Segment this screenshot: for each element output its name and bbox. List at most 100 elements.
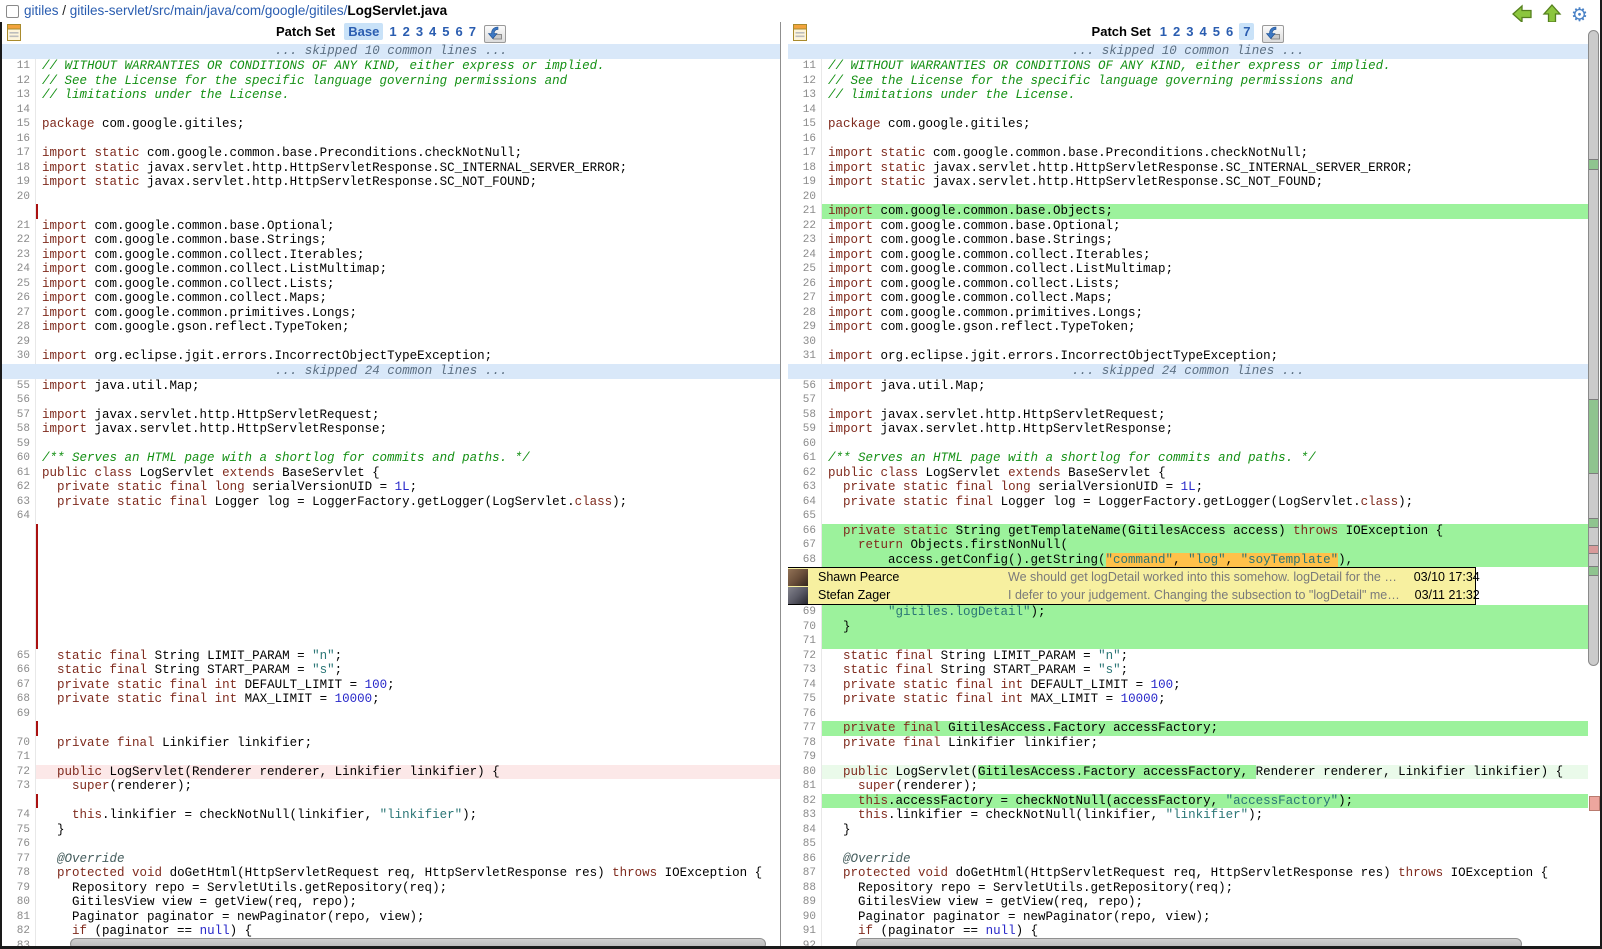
line-number[interactable]: 90 xyxy=(788,910,822,925)
line-number[interactable]: 14 xyxy=(788,103,822,118)
line-number[interactable]: 29 xyxy=(2,335,36,350)
breadcrumb-path-link[interactable]: gitiles-servlet/src/main/java/com/google… xyxy=(70,3,348,18)
patchset-link-5[interactable]: 5 xyxy=(442,24,449,39)
line-number[interactable]: 24 xyxy=(2,262,36,277)
skip-common-lines-expander[interactable]: ... skipped 24 common lines ... xyxy=(788,364,1588,379)
line-number[interactable]: 60 xyxy=(788,437,822,452)
patchset-link-2[interactable]: 2 xyxy=(403,24,410,39)
download-icon[interactable] xyxy=(1262,25,1284,43)
line-number[interactable]: 56 xyxy=(2,393,36,408)
line-number[interactable]: 84 xyxy=(788,823,822,838)
line-number[interactable]: 57 xyxy=(2,408,36,423)
download-icon[interactable] xyxy=(484,25,506,43)
line-number[interactable]: 30 xyxy=(2,349,36,364)
line-number[interactable]: 67 xyxy=(788,538,822,553)
line-number[interactable]: 16 xyxy=(788,132,822,147)
line-number[interactable]: 71 xyxy=(2,750,36,765)
line-number[interactable]: 62 xyxy=(788,466,822,481)
line-number[interactable]: 76 xyxy=(2,837,36,852)
patchset-link-3[interactable]: 3 xyxy=(1186,24,1193,39)
vertical-scrollbar[interactable] xyxy=(1588,30,1599,666)
patchset-link-7[interactable]: 7 xyxy=(469,24,476,39)
line-number[interactable]: 58 xyxy=(2,422,36,437)
line-number[interactable]: 78 xyxy=(2,866,36,881)
line-number[interactable]: 57 xyxy=(788,393,822,408)
line-number[interactable]: 14 xyxy=(2,103,36,118)
line-number[interactable]: 61 xyxy=(2,466,36,481)
line-number[interactable]: 18 xyxy=(2,161,36,176)
line-number[interactable]: 80 xyxy=(788,765,822,780)
line-number[interactable]: 26 xyxy=(788,277,822,292)
line-number[interactable]: 68 xyxy=(788,553,822,568)
line-number[interactable]: 31 xyxy=(788,349,822,364)
line-number[interactable]: 79 xyxy=(2,881,36,896)
line-number[interactable]: 77 xyxy=(2,852,36,867)
line-number[interactable]: 26 xyxy=(2,291,36,306)
patchset-link-5[interactable]: 5 xyxy=(1213,24,1220,39)
patchset-link-2[interactable]: 2 xyxy=(1173,24,1180,39)
patchset-link-3[interactable]: 3 xyxy=(416,24,423,39)
line-number[interactable]: 20 xyxy=(788,190,822,205)
line-number[interactable]: 67 xyxy=(2,678,36,693)
patchset-link-4[interactable]: 4 xyxy=(429,24,436,39)
line-number[interactable]: 82 xyxy=(788,794,822,809)
line-number[interactable]: 73 xyxy=(2,779,36,794)
line-number[interactable]: 12 xyxy=(788,74,822,89)
line-number[interactable]: 70 xyxy=(788,620,822,635)
line-number[interactable]: 80 xyxy=(2,895,36,910)
line-number[interactable]: 16 xyxy=(2,132,36,147)
line-number[interactable]: 78 xyxy=(788,736,822,751)
line-number[interactable]: 72 xyxy=(2,765,36,780)
line-number[interactable]: 66 xyxy=(2,663,36,678)
line-number[interactable]: 66 xyxy=(788,524,822,539)
line-number[interactable]: 83 xyxy=(788,808,822,823)
line-number[interactable]: 15 xyxy=(2,117,36,132)
comment-row[interactable]: Stefan ZagerI defer to your judgement. C… xyxy=(809,586,1486,604)
line-number[interactable]: 88 xyxy=(788,881,822,896)
line-number[interactable]: 22 xyxy=(2,233,36,248)
patchset-link-7[interactable]: 7 xyxy=(1239,23,1254,40)
line-number[interactable]: 18 xyxy=(788,161,822,176)
line-number[interactable]: 23 xyxy=(2,248,36,263)
line-number[interactable]: 60 xyxy=(2,451,36,466)
line-number[interactable]: 23 xyxy=(788,233,822,248)
line-number[interactable]: 65 xyxy=(788,509,822,524)
line-number[interactable]: 19 xyxy=(2,175,36,190)
line-number[interactable]: 64 xyxy=(788,495,822,510)
patchset-link-base[interactable]: Base xyxy=(344,23,383,40)
line-number[interactable]: 74 xyxy=(2,808,36,823)
line-number[interactable]: 73 xyxy=(788,663,822,678)
line-number[interactable]: 74 xyxy=(788,678,822,693)
skip-common-lines-expander[interactable]: ... skipped 10 common lines ... xyxy=(2,44,780,59)
line-number[interactable]: 63 xyxy=(788,480,822,495)
line-number[interactable]: 64 xyxy=(2,509,36,524)
line-number[interactable]: 76 xyxy=(788,707,822,722)
line-number[interactable]: 55 xyxy=(2,379,36,394)
skip-common-lines-expander[interactable]: ... skipped 10 common lines ... xyxy=(788,44,1588,59)
patchset-link-1[interactable]: 1 xyxy=(1160,24,1167,39)
line-number[interactable]: 69 xyxy=(2,707,36,722)
line-number[interactable]: 59 xyxy=(788,422,822,437)
line-number[interactable]: 91 xyxy=(788,924,822,939)
skip-common-lines-expander[interactable]: ... skipped 24 common lines ... xyxy=(2,364,780,379)
line-number[interactable]: 28 xyxy=(788,306,822,321)
line-number[interactable]: 28 xyxy=(2,320,36,335)
line-number[interactable]: 81 xyxy=(788,779,822,794)
line-number[interactable]: 58 xyxy=(788,408,822,423)
line-number[interactable]: 89 xyxy=(788,895,822,910)
line-number[interactable]: 24 xyxy=(788,248,822,263)
line-number[interactable]: 21 xyxy=(2,219,36,234)
breadcrumb-repo-link[interactable]: gitiles xyxy=(24,3,59,18)
line-number[interactable]: 61 xyxy=(788,451,822,466)
line-number[interactable]: 82 xyxy=(2,924,36,939)
line-number[interactable]: 63 xyxy=(2,495,36,510)
line-number[interactable]: 12 xyxy=(2,74,36,89)
line-number[interactable]: 19 xyxy=(788,175,822,190)
line-number[interactable]: 27 xyxy=(788,291,822,306)
line-number[interactable]: 11 xyxy=(2,59,36,74)
line-number[interactable]: 75 xyxy=(2,823,36,838)
line-number[interactable]: 68 xyxy=(2,692,36,707)
comment-row[interactable]: Shawn PearceWe should get logDetail work… xyxy=(809,568,1486,586)
line-number[interactable]: 15 xyxy=(788,117,822,132)
line-number[interactable]: 87 xyxy=(788,866,822,881)
